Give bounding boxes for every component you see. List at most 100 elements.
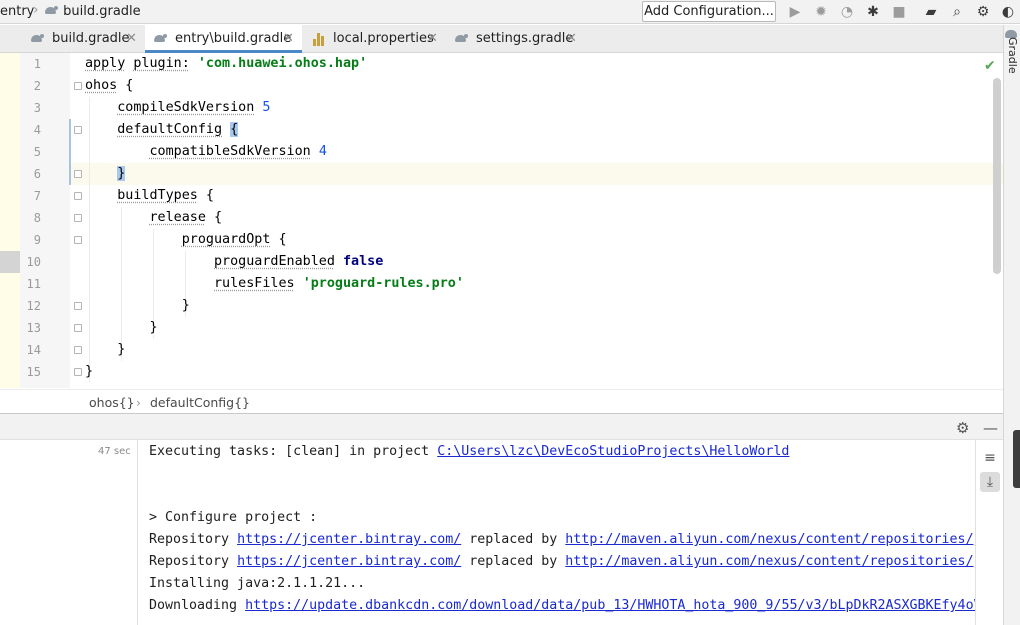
code-token: } xyxy=(85,320,158,335)
code-token: ohos xyxy=(85,78,118,93)
nav-crumb-label: build.gradle xyxy=(63,4,141,19)
gutter-marker xyxy=(0,251,20,273)
breadcrumb-ohos[interactable]: ohos{} xyxy=(89,395,135,410)
nav-crumb-entry[interactable]: entry xyxy=(0,4,34,19)
tab-entry-build-gradle[interactable]: entry\build.gradle ✕ xyxy=(145,25,302,53)
debug-icon[interactable]: ✹ xyxy=(812,3,830,21)
console-link[interactable]: C:\Users\lzc\DevEcoStudioProjects\HelloW… xyxy=(437,444,789,459)
add-configuration-button[interactable]: Add Configuration... xyxy=(642,1,776,22)
code-line: ohos { xyxy=(85,75,133,97)
code-token: { xyxy=(197,188,214,203)
code-token: rulesFiles xyxy=(214,276,295,291)
check-icon[interactable]: ✔ xyxy=(984,58,996,74)
close-icon[interactable]: ✕ xyxy=(427,25,438,53)
minimize-icon[interactable]: — xyxy=(983,419,998,437)
properties-icon xyxy=(313,33,325,46)
close-icon[interactable]: ✕ xyxy=(283,25,294,53)
console-link[interactable]: https://jcenter.bintray.com/ xyxy=(237,532,461,547)
console-link[interactable]: https://update.dbankcdn.com/download/dat… xyxy=(245,598,975,613)
nav-crumb-build-gradle[interactable]: build.gradle xyxy=(44,4,141,19)
soft-wrap-icon[interactable]: ≡ xyxy=(980,448,1000,468)
code-line: } xyxy=(85,317,158,339)
console-line: Installing java:2.1.1.21... xyxy=(149,573,365,595)
fold-toggle-icon[interactable] xyxy=(74,192,82,200)
tab-label: settings.gradle xyxy=(476,31,574,46)
code-token: } xyxy=(85,364,94,379)
code-token: } xyxy=(85,298,190,313)
code-line: } xyxy=(85,339,125,361)
console-link[interactable]: http://maven.aliyun.com/nexus/content/re… xyxy=(565,532,975,547)
console-line: Downloading https://update.dbankcdn.com/… xyxy=(149,595,975,617)
tab-local-properties[interactable]: local.properties ✕ xyxy=(303,25,445,53)
fold-toggle-icon[interactable] xyxy=(74,126,82,134)
side-tool-handle[interactable] xyxy=(1013,430,1020,488)
gradle-icon xyxy=(454,34,469,44)
line-number: 12 xyxy=(26,299,41,313)
line-number: 14 xyxy=(26,343,41,357)
code-line: } xyxy=(85,295,190,317)
fold-toggle-icon[interactable] xyxy=(74,346,82,354)
vertical-scrollbar[interactable] xyxy=(993,78,1001,274)
line-number: 15 xyxy=(26,365,41,379)
profile-icon[interactable]: ◔ xyxy=(838,3,856,21)
elapsed-time: 47 sec xyxy=(98,446,131,457)
code-editor[interactable]: 1 2 3 4 5 6 7 8 9 10 11 12 13 14 15 apply plugin: 'com… xyxy=(0,53,1003,388)
code-token: buildTypes xyxy=(117,188,198,203)
fold-toggle-icon[interactable] xyxy=(74,324,82,332)
settings-gear-icon[interactable]: ⚙ xyxy=(956,419,969,437)
code-token: compileSdkVersion xyxy=(117,100,255,115)
gradle-icon xyxy=(153,34,168,44)
line-number: 3 xyxy=(33,101,41,115)
code-line: rulesFiles 'proguard-rules.pro' xyxy=(85,273,464,295)
fold-toggle-icon[interactable] xyxy=(74,302,82,310)
console-link[interactable]: http://maven.aliyun.com/nexus/content/re… xyxy=(565,554,975,569)
search-icon[interactable]: ⌕ xyxy=(948,3,966,21)
fold-toggle-icon[interactable] xyxy=(74,236,82,244)
close-icon[interactable]: ✕ xyxy=(126,25,137,53)
fold-toggle-icon[interactable] xyxy=(74,82,82,90)
line-number: 8 xyxy=(33,211,41,225)
code-line: proguardOpt { xyxy=(85,229,287,251)
line-number: 5 xyxy=(33,145,41,159)
console-link[interactable]: https://jcenter.bintray.com/ xyxy=(237,554,461,569)
user-icon[interactable]: ◐ xyxy=(999,3,1017,21)
code-line: compileSdkVersion 5 xyxy=(85,97,270,119)
run-tool-window-header: ⚙ — xyxy=(0,413,1003,440)
close-icon[interactable]: ✕ xyxy=(566,25,577,53)
scroll-to-end-icon[interactable]: ⤓ xyxy=(980,472,1000,492)
code-token: 'com.huawei.ohos.hap' xyxy=(197,56,368,71)
fold-toggle-icon[interactable] xyxy=(74,368,82,376)
run-task-tree[interactable]: 47 sec xyxy=(0,440,138,625)
run-icon[interactable]: ▶ xyxy=(786,3,804,21)
code-token: { xyxy=(230,122,239,137)
code-token: Downloading xyxy=(149,598,246,613)
run-console-output[interactable]: Executing tasks: [clean] in project C:\U… xyxy=(139,440,975,625)
attach-debugger-icon[interactable]: ✱ xyxy=(864,3,882,21)
fold-toggle-icon[interactable] xyxy=(74,170,82,178)
code-token: 'proguard-rules.pro' xyxy=(302,276,464,291)
tab-build-gradle[interactable]: build.gradle ✕ xyxy=(22,25,144,53)
code-token: Installing java:2.1.1.21... xyxy=(149,576,366,591)
breadcrumb-default-config[interactable]: defaultConfig{} xyxy=(150,395,250,410)
code-line: apply plugin: 'com.huawei.ohos.hap' xyxy=(85,53,367,75)
gradle-icon xyxy=(30,34,45,44)
project-structure-icon[interactable]: ▰ xyxy=(922,3,940,21)
code-token: replaced by xyxy=(461,532,566,547)
fold-toggle-icon[interactable] xyxy=(74,214,82,222)
code-token: plugin: xyxy=(133,56,190,71)
tab-settings-gradle[interactable]: settings.gradle ✕ xyxy=(446,25,586,53)
gradle-tool-window-tab[interactable]: Gradle xyxy=(1006,37,1019,74)
code-token: Repository xyxy=(149,554,238,569)
tab-label: build.gradle xyxy=(52,31,130,46)
right-tool-strip xyxy=(1003,25,1020,625)
line-number: 4 xyxy=(33,123,41,137)
editor-tab-bar: build.gradle ✕ entry\build.gradle ✕ loca… xyxy=(0,25,1003,53)
stop-icon[interactable]: ■ xyxy=(890,3,908,21)
settings-gear-icon[interactable]: ⚙ xyxy=(974,3,992,21)
